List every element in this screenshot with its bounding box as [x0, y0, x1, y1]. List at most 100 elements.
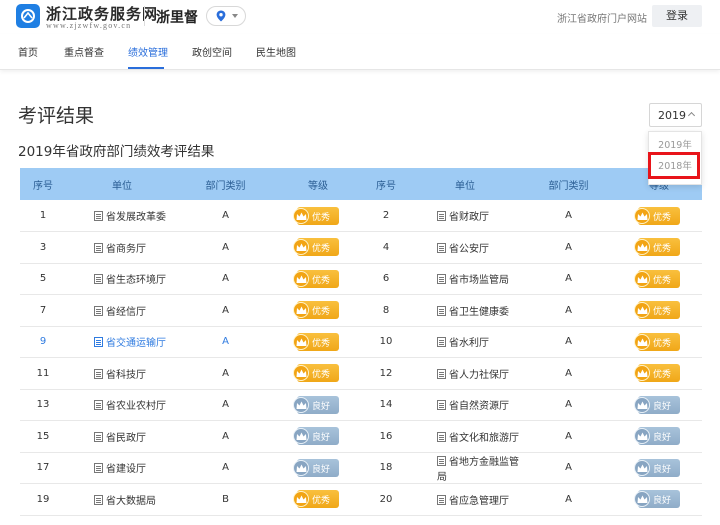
unit-name[interactable]: 省文化和旅游厅: [449, 433, 519, 444]
unit-cell[interactable]: 省交通运输厅: [66, 326, 178, 358]
grade-badge: 优秀: [634, 301, 680, 320]
grade-label: 优秀: [312, 307, 331, 318]
row-number: 4: [363, 231, 409, 264]
unit-name[interactable]: 省应急管理厅: [449, 496, 509, 507]
unit-cell[interactable]: 省市场监管局: [409, 263, 521, 295]
grade-cell: 良好: [616, 420, 702, 453]
brand-title[interactable]: 浙里督: [156, 7, 198, 27]
unit-cell[interactable]: 省自然资源厅: [409, 389, 521, 421]
unit-name[interactable]: 省地方金融监管局: [437, 457, 519, 483]
unit-cell[interactable]: 省水利厅: [409, 326, 521, 358]
column-header: 序号: [20, 168, 66, 200]
location-selector[interactable]: [206, 6, 246, 26]
nav-item-home[interactable]: 首页: [18, 44, 38, 59]
category-cell: A: [178, 452, 273, 484]
unit-name[interactable]: 省建设厅: [106, 464, 146, 475]
year-select[interactable]: 2019: [649, 103, 702, 127]
unit-name[interactable]: 省农业农村厅: [106, 401, 166, 412]
document-icon: [437, 368, 446, 379]
row-number: 6: [363, 263, 409, 295]
unit-cell[interactable]: 省大数据局: [66, 483, 178, 516]
crown-icon: [293, 270, 309, 287]
chevron-up-icon: [687, 111, 696, 120]
unit-name[interactable]: 省发展改革委: [106, 212, 166, 223]
unit-cell[interactable]: 省发展改革委: [66, 200, 178, 232]
category-cell: A: [178, 389, 273, 421]
grade-badge: 优秀: [293, 364, 339, 383]
unit-name[interactable]: 省市场监管局: [449, 275, 509, 286]
document-icon: [94, 431, 103, 442]
category-cell: A: [521, 326, 616, 358]
unit-cell[interactable]: 省商务厅: [66, 231, 178, 264]
category-cell: A: [521, 452, 616, 484]
crown-icon: [293, 239, 309, 256]
grade-badge: 优秀: [293, 332, 339, 351]
unit-name[interactable]: 省大数据局: [106, 496, 156, 507]
unit-name[interactable]: 省卫生健康委: [449, 307, 509, 318]
unit-cell[interactable]: 省人力社保厅: [409, 357, 521, 390]
unit-cell[interactable]: 省民政厅: [66, 420, 178, 453]
category-cell: A: [521, 263, 616, 295]
category-cell: A: [178, 263, 273, 295]
grade-badge: 优秀: [634, 206, 680, 225]
document-icon: [437, 431, 446, 442]
nav-active-indicator: [128, 67, 164, 69]
crown-icon: [634, 459, 650, 476]
document-icon: [94, 211, 103, 221]
unit-cell[interactable]: 省经信厅: [66, 294, 178, 327]
unit-name[interactable]: 省人力社保厅: [449, 370, 509, 381]
category-cell: A: [521, 294, 616, 327]
results-table: 序号 单位 部门类别 等级 序号 单位 部门类别 等级 1 省发展改革委 A 优秀 2 省…: [20, 168, 702, 516]
crown-icon: [293, 365, 309, 382]
unit-name[interactable]: 省经信厅: [106, 307, 146, 318]
grade-cell: 优秀: [273, 263, 363, 295]
row-number: 10: [363, 326, 409, 358]
row-number: 8: [363, 294, 409, 327]
unit-name[interactable]: 省水利厅: [449, 338, 489, 349]
site-logo-icon[interactable]: [16, 4, 40, 28]
row-number: 14: [363, 389, 409, 421]
unit-cell[interactable]: 省应急管理厅: [409, 483, 521, 516]
row-number: 19: [20, 483, 66, 516]
unit-name[interactable]: 省科技厅: [106, 370, 146, 381]
grade-label: 优秀: [653, 275, 672, 286]
crown-icon: [293, 428, 309, 445]
unit-cell[interactable]: 省农业农村厅: [66, 389, 178, 421]
portal-link[interactable]: 浙江省政府门户网站: [557, 10, 647, 25]
unit-cell[interactable]: 省科技厅: [66, 357, 178, 390]
unit-name[interactable]: 省自然资源厅: [449, 401, 509, 412]
unit-name[interactable]: 省交通运输厅: [106, 338, 166, 349]
unit-name[interactable]: 省公安厅: [449, 244, 489, 255]
unit-cell[interactable]: 省卫生健康委: [409, 294, 521, 327]
unit-cell[interactable]: 省建设厅: [66, 452, 178, 484]
unit-cell[interactable]: 省地方金融监管局: [409, 452, 521, 484]
highlight-annotation-box: [648, 152, 700, 179]
document-icon: [437, 242, 446, 253]
table-body: 1 省发展改革委 A 优秀 2 省财政厅 A 优秀 3 省商务厅 A 优秀 4 省公安厅 A 优秀 5 省生态环境…: [20, 200, 702, 516]
nav-item-key-supervision[interactable]: 重点督查: [64, 44, 104, 59]
unit-name[interactable]: 省民政厅: [106, 433, 146, 444]
grade-label: 优秀: [312, 370, 331, 381]
crown-icon: [293, 333, 309, 350]
table-row: 5 省生态环境厅 A 优秀 6 省市场监管局 A 优秀: [20, 263, 702, 295]
table-row: 13 省农业农村厅 A 良好 14 省自然资源厅 A 良好: [20, 389, 702, 421]
grade-label: 优秀: [653, 244, 672, 255]
table-row: 9 省交通运输厅 A 优秀 10 省水利厅 A 优秀: [20, 326, 702, 358]
row-number: 7: [20, 294, 66, 327]
nav-item-livelihood-map[interactable]: 民生地图: [256, 44, 296, 59]
unit-cell[interactable]: 省生态环境厅: [66, 263, 178, 295]
grade-badge: 良好: [634, 395, 680, 414]
unit-cell[interactable]: 省公安厅: [409, 231, 521, 264]
unit-cell[interactable]: 省文化和旅游厅: [409, 420, 521, 453]
unit-name[interactable]: 省生态环境厅: [106, 275, 166, 286]
grade-badge: 良好: [634, 490, 680, 509]
unit-name[interactable]: 省财政厅: [449, 212, 489, 223]
grade-label: 优秀: [653, 338, 672, 349]
document-icon: [437, 337, 446, 348]
nav-item-innovation-space[interactable]: 政创空间: [192, 44, 232, 59]
unit-cell[interactable]: 省财政厅: [409, 200, 521, 232]
table-row: 19 省大数据局 B 优秀 20 省应急管理厅 A 良好: [20, 483, 702, 516]
nav-item-performance[interactable]: 绩效管理: [128, 44, 168, 59]
unit-name[interactable]: 省商务厅: [106, 244, 146, 255]
login-button[interactable]: 登录: [652, 5, 702, 27]
